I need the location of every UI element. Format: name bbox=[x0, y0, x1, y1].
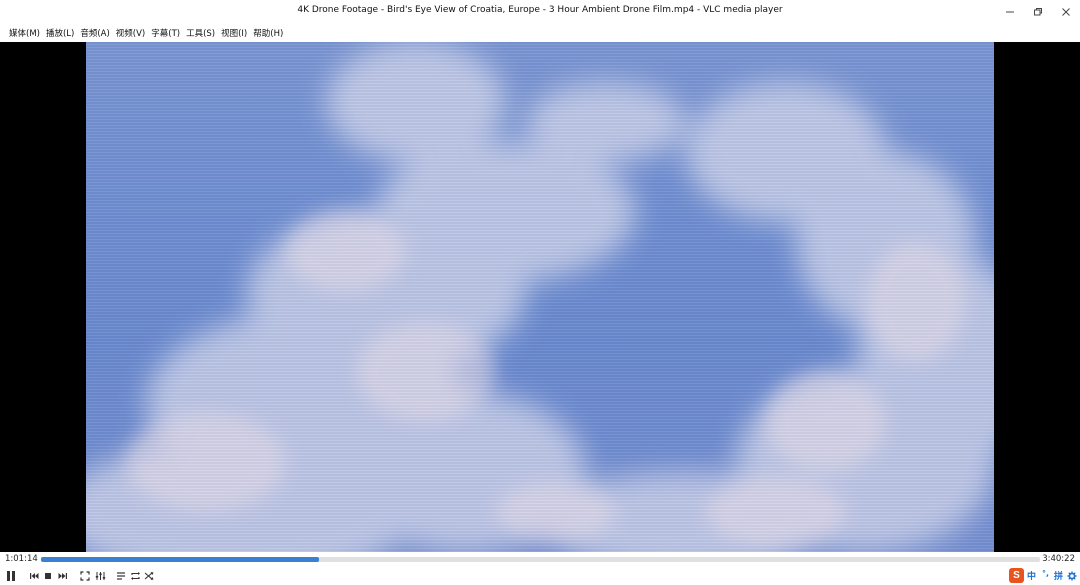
fullscreen-button[interactable] bbox=[78, 569, 92, 583]
playlist-icon bbox=[117, 572, 125, 580]
extended-settings-button[interactable] bbox=[93, 569, 107, 583]
menu-view[interactable]: 视图(I) bbox=[220, 26, 248, 40]
menu-subtitle[interactable]: 字幕(T) bbox=[150, 26, 181, 40]
menu-bar: 媒体(M) 播放(L) 音频(A) 视频(V) 字幕(T) 工具(S) 视图(I… bbox=[0, 24, 1080, 42]
ime-punctuation-icon[interactable]: °, bbox=[1042, 569, 1049, 578]
menu-help[interactable]: 帮助(H) bbox=[252, 26, 284, 40]
next-button[interactable] bbox=[56, 569, 70, 583]
previous-icon bbox=[30, 573, 39, 579]
next-icon bbox=[58, 573, 67, 579]
ime-mode-indicator[interactable]: 中 bbox=[1027, 569, 1036, 582]
seek-bar-row: 1:01:14 3:40:22 bbox=[0, 552, 1080, 567]
ime-pinyin-indicator[interactable]: 拼 bbox=[1054, 569, 1063, 582]
equalizer-icon bbox=[95, 572, 105, 580]
stop-icon bbox=[45, 573, 51, 579]
vlc-window: 4K Drone Footage - Bird's Eye View of Cr… bbox=[0, 0, 1080, 585]
menu-media[interactable]: 媒体(M) bbox=[8, 26, 41, 40]
minimize-button[interactable] bbox=[996, 0, 1024, 24]
menu-audio[interactable]: 音频(A) bbox=[79, 26, 110, 40]
window-title: 4K Drone Footage - Bird's Eye View of Cr… bbox=[297, 5, 783, 15]
previous-button[interactable] bbox=[27, 569, 41, 583]
loop-icon bbox=[130, 572, 140, 580]
video-frame[interactable] bbox=[86, 42, 994, 552]
menu-video[interactable]: 视频(V) bbox=[115, 26, 146, 40]
stop-button[interactable] bbox=[41, 569, 55, 583]
close-icon bbox=[1062, 8, 1070, 16]
shuffle-icon bbox=[144, 572, 154, 580]
close-button[interactable] bbox=[1052, 0, 1080, 24]
menu-playback[interactable]: 播放(L) bbox=[45, 26, 75, 40]
restore-button[interactable] bbox=[1024, 0, 1052, 24]
gear-icon bbox=[1067, 571, 1077, 581]
pause-icon bbox=[7, 571, 15, 581]
restore-icon bbox=[1034, 8, 1042, 16]
seek-slider[interactable] bbox=[41, 557, 1040, 562]
control-bar: S 中 °, 拼 bbox=[0, 567, 1080, 585]
elapsed-time: 1:01:14 bbox=[5, 554, 38, 564]
shuffle-button[interactable] bbox=[142, 569, 156, 583]
playlist-button[interactable] bbox=[114, 569, 128, 583]
fullscreen-icon bbox=[80, 571, 90, 581]
cloud-scene bbox=[86, 42, 994, 552]
loop-button[interactable] bbox=[128, 569, 142, 583]
title-bar: 4K Drone Footage - Bird's Eye View of Cr… bbox=[0, 0, 1080, 24]
seek-progress bbox=[41, 557, 319, 562]
minimize-icon bbox=[1006, 11, 1014, 13]
pause-button[interactable] bbox=[4, 569, 18, 583]
total-time: 3:40:22 bbox=[1042, 554, 1075, 564]
ime-settings-button[interactable] bbox=[1065, 569, 1079, 583]
video-area[interactable] bbox=[0, 42, 1080, 552]
sogou-ime-icon[interactable]: S bbox=[1009, 568, 1024, 583]
menu-tools[interactable]: 工具(S) bbox=[185, 26, 216, 40]
